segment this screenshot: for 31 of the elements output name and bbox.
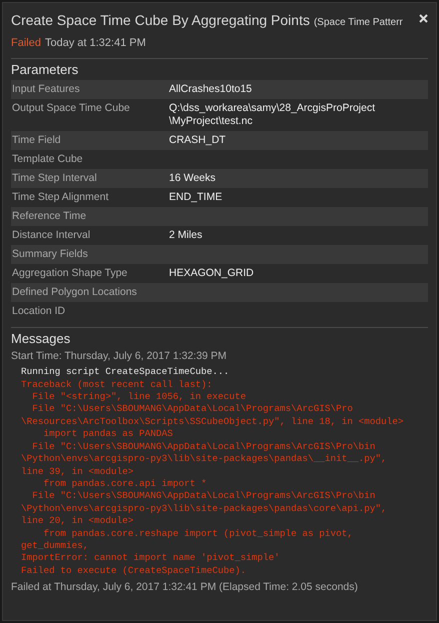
parameter-value: END_TIME <box>169 190 222 204</box>
message-text: Running script CreateSpaceTimeCube... <box>21 366 230 379</box>
tool-subtitle: (Space Time Patterr <box>314 17 403 28</box>
parameter-label: Time Step Alignment <box>11 190 110 204</box>
parameter-label: Output Space Time Cube <box>11 102 131 116</box>
parameter-label: Time Step Interval <box>11 172 98 184</box>
parameter-label: Summary Fields <box>11 248 89 260</box>
close-icon[interactable] <box>419 14 428 23</box>
parameter-value: CRASH_DT <box>169 134 226 146</box>
parameter-value: Q:\dss_workarea\samy\28_ArcgisProProject \MyProject\test.nc <box>169 102 375 128</box>
parameter-value: 2 Miles <box>169 228 202 242</box>
end-time: Failed at Thursday, July 6, 2017 1:32:41 PM (Elapsed Time: 2.05 seconds) <box>11 580 359 596</box>
parameter-label: Input Features <box>11 82 81 96</box>
parameter-label: Aggregation Shape Type <box>11 266 128 280</box>
parameter-label: Template Cube <box>11 152 84 166</box>
parameter-label: Distance Interval <box>11 228 92 242</box>
parameter-label: Defined Polygon Locations <box>11 286 138 298</box>
parameter-label: Reference Time <box>11 210 88 222</box>
section-heading: Messages <box>11 330 72 346</box>
message-text: Failed to execute (CreateSpaceTimeCube). <box>21 564 248 578</box>
parameter-value: HEXAGON_GRID <box>169 266 254 280</box>
message-text: Traceback (most recent call last): File "<string>", line 1056, in execute File "C:\Users\SBOUMANG\AppData\Local\Programs\ArcGIS\Pro \Resources\ArcToolbox\Scripts\SSCubeObject.py", line 18, in <module> import pandas as PANDAS File "C:\Users\SBOUMANG\AppData\Local\Programs\ArcGIS\Pro\bin \Python\envs\arcgispro-py3\lib\site-packages\pandas\__init__.py", line 39, in <module> from pandas.core.api import * File "C:\Users\SBOUMANG\AppData\Local\Programs\ArcGIS\Pro\bin \Python\envs\arcgispro-py3\lib\site-packages\pandas\core\api.py", line 20, in <module> from pandas.core.reshape import (pivot_simple as pivot, get_dummies, ImportError: cannot import name 'pivot_simple' <box>21 378 405 565</box>
parameter-label: Location ID <box>11 304 66 318</box>
tool-title: Create Space Time Cube By Aggregating Points <box>11 12 310 28</box>
parameter-value: 16 Weeks <box>169 172 216 184</box>
section-heading: Parameters <box>11 62 80 78</box>
run-time: Today at 1:32:41 PM <box>44 36 146 51</box>
start-time: Start Time: Thursday, July 6, 2017 1:32:39 PM <box>11 348 228 364</box>
parameter-value: AllCrashes10to15 <box>169 82 252 96</box>
status-label: Failed <box>11 36 41 51</box>
parameter-label: Time Field <box>11 134 62 146</box>
